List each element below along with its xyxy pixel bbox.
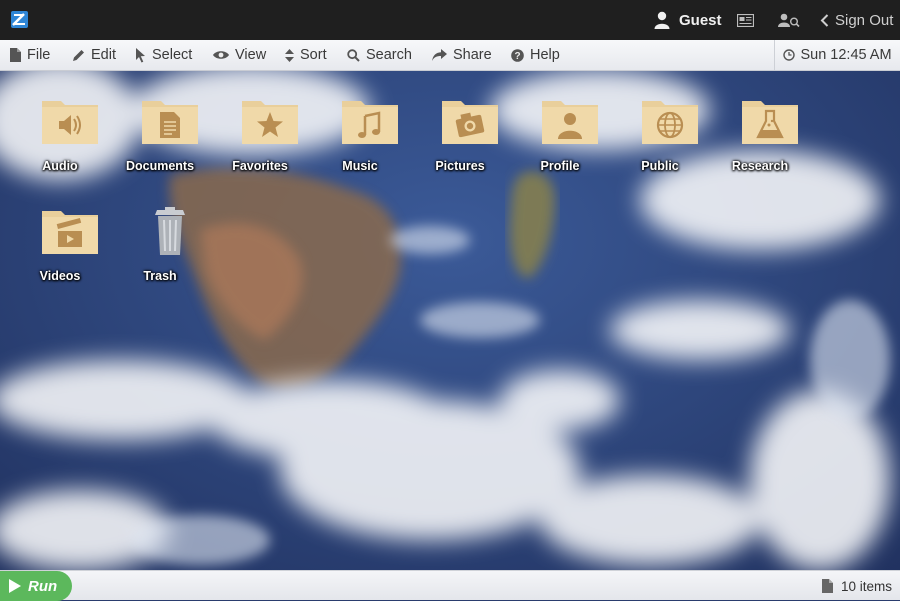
- workspace-icon[interactable]: [737, 0, 754, 40]
- desktop-icon-music[interactable]: Music: [310, 97, 410, 197]
- svg-text:?: ?: [514, 51, 520, 62]
- menu-edit[interactable]: Edit: [72, 40, 116, 70]
- menu-select[interactable]: Select: [136, 40, 192, 70]
- menu-file[interactable]: File: [10, 40, 50, 70]
- menu-bar: File Edit Select View Sort Search Share …: [0, 40, 900, 71]
- desktop-icon-videos[interactable]: Videos: [10, 207, 110, 307]
- desktop-icon-label: Research: [731, 159, 789, 173]
- item-count-text: 10 items: [841, 578, 893, 594]
- menu-view[interactable]: View: [213, 40, 266, 70]
- sign-out-label: Sign Out: [835, 11, 894, 29]
- desktop-icon-favorites[interactable]: Favorites: [210, 97, 310, 197]
- user-name: Guest: [679, 11, 722, 29]
- trash-can-icon: [155, 207, 185, 255]
- menu-search-label: Search: [366, 47, 412, 63]
- menu-help-label: Help: [530, 47, 560, 63]
- desktop-icon-audio[interactable]: Audio: [10, 97, 110, 197]
- clock-icon: [783, 49, 796, 61]
- desktop-icon-pictures[interactable]: Pictures: [410, 97, 510, 197]
- document-folder-icon: [142, 101, 198, 144]
- person-folder-icon: [542, 101, 598, 144]
- menu-edit-label: Edit: [91, 47, 116, 63]
- search-icon: [347, 48, 360, 62]
- flask-folder-icon: [742, 101, 798, 144]
- desktop-icon-label: Pictures: [435, 159, 485, 173]
- menu-help[interactable]: ? Help: [511, 40, 560, 70]
- menu-share-label: Share: [453, 47, 492, 63]
- user-search-icon[interactable]: [778, 0, 800, 40]
- top-bar: Guest Sign Out: [0, 0, 900, 40]
- menu-share[interactable]: Share: [432, 40, 492, 70]
- menu-sort-label: Sort: [300, 47, 327, 63]
- desktop-icon-label: Public: [641, 159, 679, 173]
- desktop-icon-research[interactable]: Research: [710, 97, 810, 197]
- desktop-icon-public[interactable]: Public: [610, 97, 710, 197]
- item-count: 10 items: [822, 571, 892, 601]
- desktop-icon-label: Videos: [39, 269, 81, 283]
- desktop-icon-trash[interactable]: Trash: [110, 207, 210, 307]
- desktop-icon-label: Trash: [143, 269, 177, 283]
- play-icon: [9, 579, 21, 593]
- desktop-icon-label: Audio: [42, 159, 78, 173]
- sort-icon: [285, 48, 294, 62]
- menu-sort[interactable]: Sort: [285, 40, 327, 70]
- clock[interactable]: Sun 12:45 AM: [774, 40, 900, 70]
- logo-icon[interactable]: [11, 11, 28, 28]
- star-folder-icon: [242, 101, 298, 144]
- desktop-icon-label: Music: [342, 159, 378, 173]
- help-icon: ?: [511, 48, 524, 62]
- chevron-left-icon: [820, 13, 829, 27]
- clapperboard-folder-icon: [42, 211, 98, 254]
- file-icon: [822, 579, 833, 593]
- eye-icon: [213, 51, 229, 59]
- pencil-icon: [73, 49, 84, 61]
- cursor-icon: [136, 47, 145, 62]
- menu-select-label: Select: [152, 47, 193, 63]
- run-button[interactable]: Run: [0, 571, 72, 601]
- speaker-folder-icon: [42, 101, 98, 144]
- music-note-folder-icon: [342, 101, 398, 144]
- globe-folder-icon: [642, 101, 698, 144]
- file-icon: [10, 48, 21, 62]
- menu-search[interactable]: Search: [347, 40, 412, 70]
- sign-out-button[interactable]: Sign Out: [820, 0, 893, 40]
- desktop-icon-documents[interactable]: Documents: [110, 97, 210, 197]
- menu-file-label: File: [27, 47, 51, 63]
- desktop-icon-label: Favorites: [232, 159, 288, 173]
- user-icon: [654, 11, 670, 29]
- bottom-bar: Run 10 items: [0, 570, 900, 601]
- desktop-icon-profile[interactable]: Profile: [510, 97, 610, 197]
- share-icon: [432, 49, 447, 61]
- clock-time: Sun 12:45 AM: [800, 47, 892, 63]
- camera-folder-icon: [442, 101, 498, 144]
- run-label: Run: [28, 577, 58, 595]
- desktop-icon-label: Profile: [540, 159, 580, 173]
- user-menu[interactable]: Guest: [654, 0, 722, 40]
- menu-view-label: View: [235, 47, 267, 63]
- desktop-icon-label: Documents: [125, 159, 195, 173]
